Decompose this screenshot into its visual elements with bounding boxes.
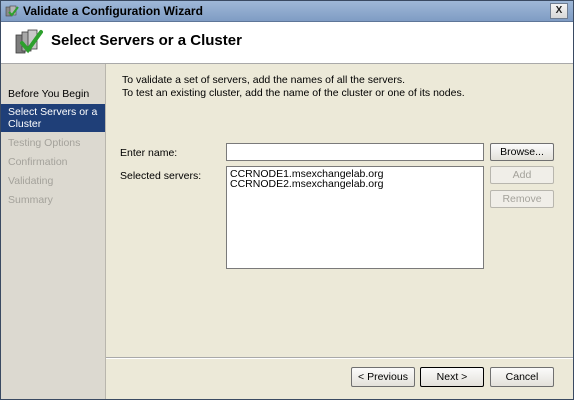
wizard-header: Select Servers or a Cluster: [1, 22, 573, 64]
step-label: Summary: [8, 194, 53, 206]
previous-button[interactable]: < Previous: [351, 367, 415, 387]
instruction-text-1: To validate a set of servers, add the na…: [122, 74, 406, 86]
step-label: Confirmation: [8, 156, 68, 168]
step-testing-options: Testing Options: [1, 137, 105, 149]
next-button[interactable]: Next >: [420, 367, 484, 387]
step-label: Validating: [8, 175, 54, 187]
selected-servers-list[interactable]: CCRNODE1.msexchangelab.org CCRNODE2.msex…: [226, 166, 484, 269]
step-label: Testing Options: [8, 137, 81, 149]
remove-button[interactable]: Remove: [490, 190, 554, 208]
step-summary: Summary: [1, 194, 105, 206]
server-validate-icon: [15, 29, 43, 54]
list-item[interactable]: CCRNODE2.msexchangelab.org: [230, 179, 480, 190]
step-label-line2: Cluster: [8, 118, 42, 130]
step-label: Before You Begin: [8, 88, 90, 100]
enter-name-input[interactable]: [226, 143, 484, 161]
wizard-window: Validate a Configuration Wizard X Select…: [0, 0, 574, 400]
step-validating: Validating: [1, 175, 105, 187]
wizard-steps-sidebar: Before You Begin Select Servers or a Clu…: [1, 64, 106, 399]
enter-name-label: Enter name:: [120, 147, 178, 159]
close-button[interactable]: X: [550, 3, 568, 19]
footer-divider: [106, 357, 573, 359]
browse-button[interactable]: Browse...: [490, 143, 554, 161]
step-confirmation: Confirmation: [1, 156, 105, 168]
wizard-content: To validate a set of servers, add the na…: [106, 64, 573, 399]
window-title: Validate a Configuration Wizard: [23, 4, 203, 18]
page-title: Select Servers or a Cluster: [51, 32, 242, 49]
cluster-wizard-icon: [5, 5, 19, 17]
step-label: Select Servers or a: [8, 106, 98, 118]
add-button[interactable]: Add: [490, 166, 554, 184]
title-bar[interactable]: Validate a Configuration Wizard X: [1, 1, 573, 22]
instruction-text-2: To test an existing cluster, add the nam…: [122, 87, 465, 99]
step-select-servers[interactable]: Select Servers or a Cluster: [1, 104, 105, 132]
selected-servers-label: Selected servers:: [120, 170, 202, 182]
cancel-button[interactable]: Cancel: [490, 367, 554, 387]
step-before-you-begin[interactable]: Before You Begin: [1, 88, 105, 100]
